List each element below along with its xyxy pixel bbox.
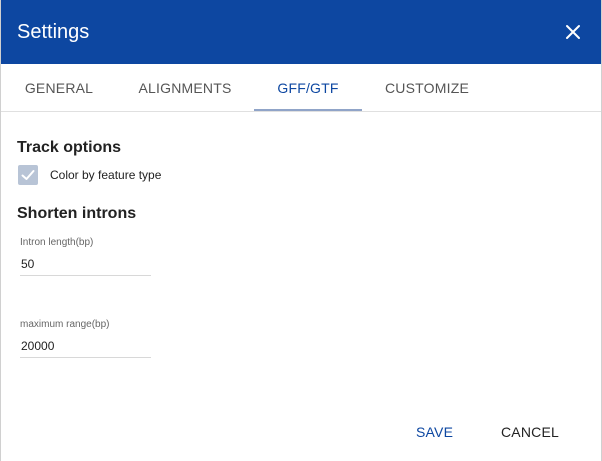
settings-dialog: Settings GENERAL ALIGNMENTS GFF/GTF CUST… — [0, 0, 602, 461]
active-tab-indicator — [254, 109, 362, 111]
save-button[interactable]: SAVE — [416, 424, 453, 440]
tab-bar: GENERAL ALIGNMENTS GFF/GTF CUSTOMIZE — [1, 64, 601, 112]
maximum-range-label: maximum range(bp) — [20, 319, 110, 330]
tab-gff-gtf[interactable]: GFF/GTF — [254, 64, 362, 111]
tab-alignments[interactable]: ALIGNMENTS — [129, 64, 241, 111]
cancel-button[interactable]: CANCEL — [501, 424, 559, 440]
shorten-introns-heading: Shorten introns — [17, 205, 137, 222]
maximum-range-input[interactable] — [20, 335, 151, 358]
tab-customize[interactable]: CUSTOMIZE — [373, 64, 481, 111]
close-icon[interactable] — [561, 20, 585, 44]
checkmark-icon — [21, 170, 35, 180]
color-by-feature-checkbox[interactable] — [18, 165, 38, 185]
intron-length-input[interactable] — [20, 253, 151, 276]
dialog-header: Settings — [1, 0, 601, 64]
track-options-heading: Track options — [17, 139, 122, 156]
tab-general[interactable]: GENERAL — [5, 64, 113, 111]
intron-length-label: Intron length(bp) — [20, 237, 94, 248]
color-by-feature-label: Color by feature type — [50, 168, 162, 182]
dialog-title: Settings — [17, 21, 90, 43]
